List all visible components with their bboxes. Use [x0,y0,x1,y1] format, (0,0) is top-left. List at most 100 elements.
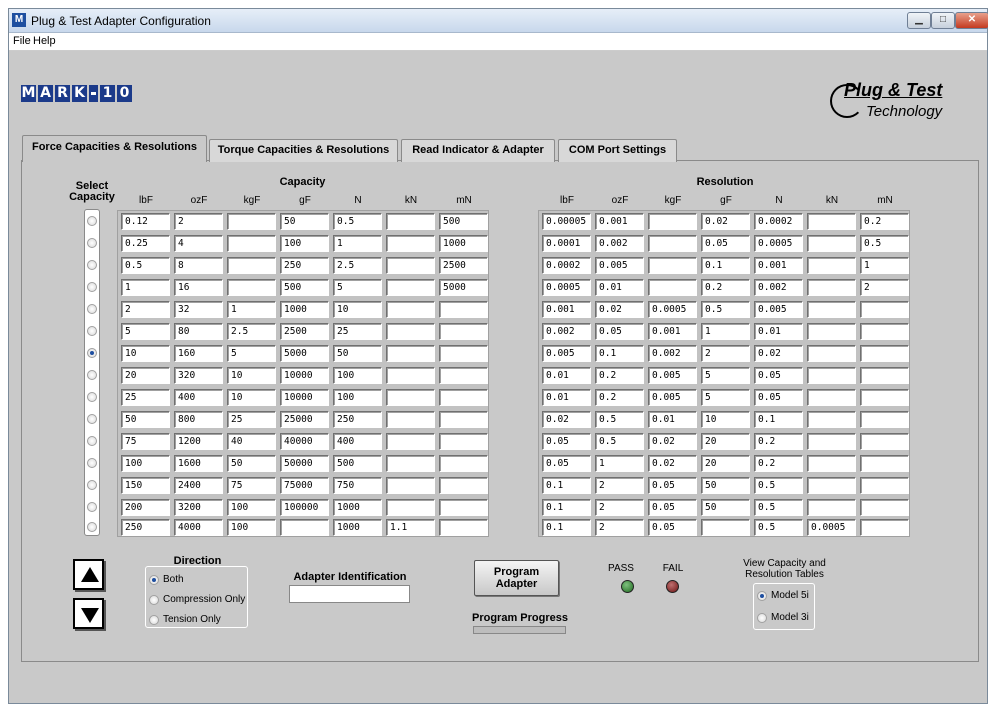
resolution-cell[interactable] [807,477,856,494]
capacity-cell[interactable]: 0.5 [333,213,382,230]
capacity-cell[interactable]: 50000 [280,455,329,472]
resolution-cell[interactable]: 0.02 [595,301,644,318]
tab-read-indicator[interactable]: Read Indicator & Adapter [401,139,555,162]
capacity-cell[interactable]: 2.5 [333,257,382,274]
capacity-cell[interactable]: 1000 [439,235,488,252]
capacity-cell[interactable]: 2 [121,301,170,318]
resolution-cell[interactable]: 0.05 [648,499,697,516]
capacity-cell[interactable] [227,213,276,230]
resolution-cell[interactable]: 0.0002 [542,257,591,274]
resolution-cell[interactable]: 0.02 [648,433,697,450]
capacity-cell[interactable]: 2 [174,213,223,230]
capacity-cell[interactable]: 40 [227,433,276,450]
capacity-cell[interactable] [227,279,276,296]
capacity-cell[interactable]: 1600 [174,455,223,472]
resolution-cell[interactable]: 0.002 [595,235,644,252]
capacity-cell[interactable]: 1.1 [386,519,435,536]
capacity-cell[interactable]: 10 [333,301,382,318]
capacity-cell[interactable]: 800 [174,411,223,428]
capacity-cell[interactable]: 10 [227,367,276,384]
resolution-cell[interactable]: 5 [701,389,750,406]
capacity-cell[interactable]: 2500 [280,323,329,340]
resolution-cell[interactable] [860,499,909,516]
resolution-cell[interactable]: 2 [595,499,644,516]
resolution-cell[interactable]: 0.02 [754,345,803,362]
capacity-select-radio[interactable] [87,370,97,380]
capacity-select-radio[interactable] [87,458,97,468]
capacity-cell[interactable] [439,411,488,428]
capacity-cell[interactable]: 3200 [174,499,223,516]
resolution-cell[interactable] [807,235,856,252]
resolution-cell[interactable]: 0.2 [701,279,750,296]
capacity-cell[interactable] [386,301,435,318]
capacity-cell[interactable]: 40000 [280,433,329,450]
row-up-button[interactable] [73,559,104,590]
capacity-cell[interactable]: 8 [174,257,223,274]
resolution-cell[interactable]: 0.2 [595,389,644,406]
capacity-cell[interactable] [439,477,488,494]
capacity-select-radio[interactable] [87,436,97,446]
resolution-cell[interactable]: 2 [595,477,644,494]
resolution-cell[interactable]: 0.5 [754,519,803,536]
capacity-cell[interactable]: 25 [333,323,382,340]
capacity-cell[interactable] [439,433,488,450]
resolution-cell[interactable]: 0.01 [542,367,591,384]
row-down-button[interactable] [73,598,104,629]
capacity-cell[interactable]: 2.5 [227,323,276,340]
capacity-cell[interactable]: 16 [174,279,223,296]
resolution-cell[interactable]: 2 [595,519,644,536]
resolution-cell[interactable]: 0.1 [754,411,803,428]
capacity-cell[interactable]: 0.5 [121,257,170,274]
capacity-cell[interactable]: 32 [174,301,223,318]
resolution-cell[interactable] [860,455,909,472]
capacity-cell[interactable] [386,279,435,296]
capacity-cell[interactable]: 50 [121,411,170,428]
capacity-cell[interactable]: 5 [227,345,276,362]
resolution-cell[interactable]: 0.5 [860,235,909,252]
capacity-cell[interactable] [439,323,488,340]
capacity-cell[interactable]: 10 [227,389,276,406]
capacity-cell[interactable]: 2500 [439,257,488,274]
capacity-select-radio[interactable] [87,260,97,270]
resolution-cell[interactable]: 0.2 [754,433,803,450]
direction-both-option[interactable]: Both [149,574,184,585]
resolution-cell[interactable]: 0.0005 [807,519,856,536]
resolution-cell[interactable]: 0.001 [595,213,644,230]
capacity-cell[interactable]: 80 [174,323,223,340]
capacity-cell[interactable]: 100 [121,455,170,472]
capacity-cell[interactable] [386,433,435,450]
capacity-cell[interactable]: 100 [227,519,276,536]
resolution-cell[interactable]: 0.005 [595,257,644,274]
capacity-cell[interactable]: 100 [227,499,276,516]
resolution-cell[interactable] [860,477,909,494]
resolution-cell[interactable]: 0.5 [595,433,644,450]
resolution-cell[interactable]: 10 [701,411,750,428]
capacity-cell[interactable] [386,213,435,230]
capacity-cell[interactable]: 1 [121,279,170,296]
capacity-cell[interactable]: 2400 [174,477,223,494]
resolution-cell[interactable]: 0.1 [542,477,591,494]
resolution-cell[interactable] [860,389,909,406]
resolution-cell[interactable] [860,411,909,428]
resolution-cell[interactable]: 0.005 [648,367,697,384]
resolution-cell[interactable] [648,257,697,274]
resolution-cell[interactable] [701,519,750,536]
resolution-cell[interactable]: 0.05 [542,455,591,472]
resolution-cell[interactable]: 0.0001 [542,235,591,252]
model-5i-option[interactable]: Model 5i [757,590,809,601]
resolution-cell[interactable]: 0.0005 [648,301,697,318]
capacity-cell[interactable]: 0.25 [121,235,170,252]
resolution-cell[interactable]: 0.001 [648,323,697,340]
resolution-cell[interactable]: 0.005 [754,301,803,318]
resolution-cell[interactable]: 50 [701,499,750,516]
tab-com-port[interactable]: COM Port Settings [558,139,677,162]
resolution-cell[interactable]: 0.2 [595,367,644,384]
resolution-cell[interactable]: 0.05 [754,367,803,384]
capacity-cell[interactable]: 500 [333,455,382,472]
capacity-cell[interactable] [386,257,435,274]
resolution-cell[interactable]: 0.002 [542,323,591,340]
capacity-cell[interactable]: 250 [121,519,170,536]
capacity-select-radio[interactable] [87,326,97,336]
capacity-cell[interactable]: 100 [333,367,382,384]
resolution-cell[interactable]: 0.01 [754,323,803,340]
